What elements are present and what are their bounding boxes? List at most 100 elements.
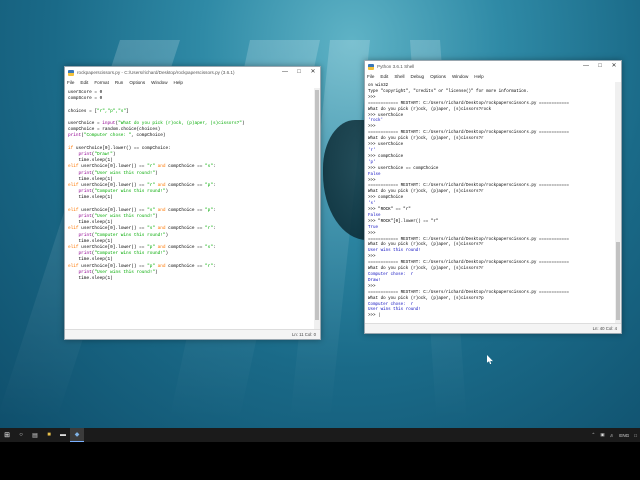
shell-menu-file[interactable]: File	[367, 74, 374, 79]
code-token: userScore = 0	[68, 90, 103, 95]
minimize-icon[interactable]: —	[278, 67, 292, 78]
shell-statusbar: Ln: 40 Col: 4	[365, 323, 621, 333]
shell-menu-edit[interactable]: Edit	[380, 74, 388, 79]
code-token: print	[78, 152, 92, 158]
close-icon[interactable]: ✕	[306, 67, 320, 78]
shell-menu-debug[interactable]: Debug	[411, 74, 425, 79]
code-token: :	[212, 226, 216, 232]
letterbox-bottom	[0, 442, 640, 480]
shell-menu-help[interactable]: Help	[474, 74, 483, 79]
notifications-icon[interactable]: □	[634, 433, 637, 438]
taskbar: ⊞ ○ ▤ ■ ▬ ◆ ⌃ ▣ ♬ ENG □	[0, 428, 640, 442]
code-token: :	[212, 263, 216, 269]
maximize-icon[interactable]: □	[593, 61, 607, 72]
code-token: and	[157, 263, 166, 269]
code-token: )	[112, 152, 116, 158]
python-logo-icon	[68, 69, 74, 76]
shell-titlebar[interactable]: Python 3.6.1 Shell — □ ✕	[365, 61, 621, 72]
code-token: print	[78, 251, 92, 257]
code-token: print	[78, 269, 92, 275]
code-token: userChoice =	[68, 121, 103, 127]
editor-scrollbar[interactable]	[314, 88, 320, 330]
scrollbar-thumb[interactable]	[616, 242, 620, 320]
editor-menu-run[interactable]: Run	[115, 80, 123, 85]
code-token: time.sleep(1)	[68, 195, 113, 201]
shell-console[interactable]: on win32 Type "copyright", "credits" or "…	[365, 82, 615, 324]
volume-icon[interactable]: ♬	[610, 433, 615, 438]
shell-window[interactable]: Python 3.6.1 Shell — □ ✕ File Edit Shell De…	[364, 60, 622, 334]
code-token: and	[157, 226, 166, 232]
shell-menubar: File Edit Shell Debug Options Window Help	[365, 72, 621, 81]
shell-menu-window[interactable]: Window	[452, 74, 468, 79]
file-explorer-icon[interactable]: ■	[42, 428, 56, 442]
code-token: "s"	[205, 164, 213, 170]
code-token: elif	[68, 164, 79, 170]
editor-menu-file[interactable]: File	[67, 80, 74, 85]
shell-menu-options[interactable]: Options	[430, 74, 446, 79]
code-token: :	[212, 245, 216, 251]
minimize-icon[interactable]: —	[579, 61, 593, 72]
editor-menu-window[interactable]: Window	[151, 80, 167, 85]
code-token: print	[78, 170, 92, 176]
code-token: "User wins this round!"	[94, 269, 155, 275]
code-token: input	[102, 121, 116, 127]
code-token: "r"	[205, 263, 213, 269]
chevron-up-icon[interactable]: ⌃	[591, 432, 595, 438]
code-token: )	[241, 121, 245, 127]
code-token: )	[154, 214, 158, 220]
code-token: userChoice[0].lower() ==	[78, 245, 148, 251]
code-token: "r"	[205, 226, 213, 232]
code-token: )	[165, 189, 169, 195]
code-token: "Draw!"	[94, 152, 113, 158]
shell-menu-shell[interactable]: Shell	[394, 74, 404, 79]
code-token: userChoice[0].lower() ==	[78, 207, 148, 213]
code-token: )	[154, 269, 158, 275]
command-prompt-icon[interactable]: ▬	[56, 428, 70, 442]
shell-scrollbar[interactable]	[615, 82, 621, 324]
code-token: "p"	[147, 245, 155, 251]
code-token: )	[154, 170, 158, 176]
editor-titlebar[interactable]: rockpaperscissors.py - C:/Users/richard/…	[65, 67, 320, 78]
language-indicator[interactable]: ENG	[619, 433, 629, 438]
editor-window[interactable]: rockpaperscissors.py - C:/Users/richard/…	[64, 66, 321, 340]
code-token: compChoice ==	[165, 245, 206, 251]
python-idle-taskbar-icon[interactable]: ◆	[70, 428, 84, 442]
code-token: :	[212, 183, 216, 189]
editor-menu-format[interactable]: Format	[94, 80, 109, 85]
code-token: print	[78, 214, 92, 220]
code-token: time.sleep(1)	[68, 276, 113, 282]
code-token: compChoice ==	[165, 183, 206, 189]
windows-start-icon[interactable]: ⊞	[0, 428, 14, 442]
code-token: , compChoice)	[131, 133, 166, 139]
code-token: and	[157, 183, 166, 189]
network-icon[interactable]: ▣	[600, 432, 604, 438]
code-token: "What do you pick (r)ock, (p)aper, (s)ci…	[118, 121, 242, 127]
code-token: compChoice ==	[165, 263, 206, 269]
task-view-icon[interactable]: ▤	[28, 428, 42, 442]
search-icon[interactable]: ○	[14, 428, 28, 442]
code-token: "User wins this round!"	[94, 170, 155, 176]
code-editor[interactable]: userScore = 0compScore = 0​choices = ["r…	[65, 88, 314, 330]
code-token: compChoice ==	[165, 207, 206, 213]
system-tray: ⌃ ▣ ♬ ENG □	[586, 432, 640, 438]
editor-statusbar: Ln: 11 Col: 0	[65, 329, 320, 339]
editor-menu-help[interactable]: Help	[174, 80, 183, 85]
code-token: compChoice ==	[165, 164, 206, 170]
close-icon[interactable]: ✕	[607, 61, 621, 72]
code-token: "r"	[147, 164, 155, 170]
code-token: "User wins this round!"	[94, 214, 155, 220]
code-token: :	[212, 207, 216, 213]
maximize-icon[interactable]: □	[292, 67, 306, 78]
code-token: )	[165, 232, 169, 238]
code-line: time.sleep(1)	[68, 276, 311, 282]
code-token: elif	[68, 183, 79, 189]
scrollbar-thumb[interactable]	[315, 90, 319, 320]
code-token: "Computer wins this round!"	[94, 251, 166, 257]
editor-menu-options[interactable]: Options	[129, 80, 145, 85]
code-token: "s"	[205, 245, 213, 251]
editor-menu-edit[interactable]: Edit	[80, 80, 88, 85]
